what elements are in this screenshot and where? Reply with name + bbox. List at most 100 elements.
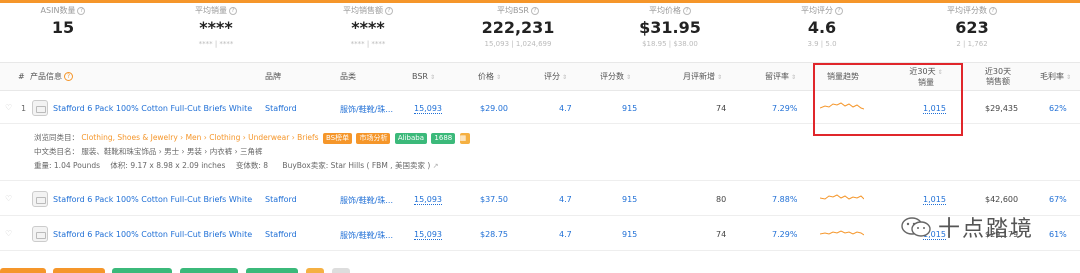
- help-icon[interactable]: ?: [989, 6, 997, 15]
- stat-avg-review-count: 平均评分数? 623 2 | 1,762: [917, 5, 1027, 49]
- monthly-reviews-value: 74: [716, 104, 727, 113]
- review-rate-value: 7.29%: [772, 230, 798, 239]
- breadcrumb-link[interactable]: Underwear: [248, 133, 289, 142]
- col-revenue30-label-2: 销售额: [986, 77, 1010, 86]
- sort-icon[interactable]: ⇕: [717, 74, 722, 81]
- browse-category-line: 浏览同类目： Clothing, Shoes & Jewelry › Men ›…: [34, 132, 470, 144]
- col-margin-label: 毛利率: [1040, 72, 1064, 81]
- revenue30-value: $29,435: [985, 104, 1019, 113]
- brand-link[interactable]: Stafford: [265, 230, 297, 239]
- col-price[interactable]: 价格 ⇕: [478, 63, 501, 91]
- breadcrumb-link[interactable]: Briefs: [297, 133, 318, 142]
- col-num: #: [18, 72, 25, 81]
- external-link-icon[interactable]: ↗: [433, 162, 439, 170]
- col-reviews[interactable]: 评分数 ⇕: [600, 63, 631, 91]
- help-icon[interactable]: ?: [683, 6, 691, 15]
- sort-icon[interactable]: ⇕: [430, 74, 435, 81]
- stat-label: 平均BSR: [497, 6, 529, 15]
- brand-link[interactable]: Stafford: [265, 104, 297, 113]
- margin-value: 62%: [1049, 104, 1067, 113]
- col-bsr-label: BSR: [412, 72, 428, 81]
- product-title-link[interactable]: Stafford 6 Pack 100% Cotton Full-Cut Bri…: [53, 230, 252, 239]
- alibaba-tag[interactable]: Alibaba: [394, 132, 428, 144]
- col-review-rate[interactable]: 留评率 ⇕: [765, 63, 796, 91]
- market-analysis-tag[interactable]: 市场分析: [356, 132, 391, 144]
- bottom-button[interactable]: [306, 268, 324, 273]
- brand-link[interactable]: Stafford: [265, 195, 297, 204]
- sort-icon[interactable]: ⇕: [1066, 74, 1071, 81]
- col-product[interactable]: 产品信息?: [30, 63, 73, 91]
- sales-trend-sparkline[interactable]: [820, 225, 864, 239]
- product-title-link[interactable]: Stafford 6 Pack 100% Cotton Full-Cut Bri…: [53, 195, 252, 204]
- stat-label: 平均销量: [195, 6, 227, 15]
- price-value: $37.50: [480, 195, 508, 204]
- category-link[interactable]: 服饰/鞋靴/珠...: [340, 195, 393, 206]
- stat-range: **** | ****: [198, 40, 234, 48]
- favorite-heart-icon[interactable]: ♡: [5, 103, 12, 112]
- bsr-value[interactable]: 15,093: [414, 195, 442, 205]
- table-row[interactable]: ♡ Stafford 6 Pack 100% Cotton Full-Cut B…: [0, 182, 1080, 216]
- help-icon[interactable]: ?: [835, 6, 843, 15]
- rating-value: 4.7: [559, 104, 572, 113]
- sales30-value[interactable]: 1,015: [923, 195, 946, 205]
- col-bsr[interactable]: BSR ⇕: [412, 63, 435, 91]
- bsr-value[interactable]: 15,093: [414, 230, 442, 240]
- product-thumbnail[interactable]: [32, 226, 48, 242]
- help-icon[interactable]: ?: [77, 6, 86, 15]
- stat-range: 3.9 | 5.0: [807, 40, 837, 48]
- stat-asin-count: ASIN数量? 15: [8, 5, 118, 39]
- product-thumbnail[interactable]: [32, 100, 48, 116]
- favorite-heart-icon[interactable]: ♡: [5, 229, 12, 238]
- help-icon[interactable]: ?: [64, 72, 73, 81]
- breadcrumb-link[interactable]: Men: [186, 133, 202, 142]
- price-value: $28.75: [480, 230, 508, 239]
- col-price-label: 价格: [478, 72, 494, 81]
- bsr-value[interactable]: 15,093: [414, 104, 442, 114]
- help-icon[interactable]: ?: [229, 6, 237, 15]
- cn-category-label: 中文类目名：: [34, 147, 79, 156]
- col-rating[interactable]: 评分 ⇕: [544, 63, 567, 91]
- breadcrumb-link[interactable]: Clothing: [209, 133, 240, 142]
- row-number: 1: [21, 104, 27, 113]
- reviews-value: 915: [622, 195, 638, 204]
- stat-label: 平均评分: [801, 6, 833, 15]
- col-revenue30-label-1: 近30天: [984, 67, 1012, 76]
- sort-icon[interactable]: ⇕: [562, 74, 567, 81]
- category-link[interactable]: 服饰/鞋靴/珠...: [340, 230, 393, 241]
- col-category: 品类: [340, 72, 356, 81]
- bottom-button[interactable]: [53, 268, 105, 273]
- product-thumbnail[interactable]: [32, 191, 48, 207]
- help-icon[interactable]: ?: [385, 6, 393, 15]
- col-revenue30[interactable]: 近30天 销售额: [978, 63, 1018, 91]
- bottom-button[interactable]: [180, 268, 238, 273]
- stat-label: 平均销售额: [343, 6, 383, 15]
- margin-value: 61%: [1049, 230, 1067, 239]
- favorite-heart-icon[interactable]: ♡: [5, 194, 12, 203]
- watermark-text: 十点踏境: [938, 217, 1035, 242]
- calculator-icon[interactable]: ▦: [459, 132, 470, 144]
- stat-value: 4.6: [807, 18, 837, 37]
- cn-category-path: 服装、鞋靴和珠宝饰品 › 男士 › 男装 › 内衣裤 › 三角裤: [81, 147, 263, 156]
- col-monthly-reviews[interactable]: 月评新增 ⇕: [683, 63, 722, 91]
- stat-value: $31.95: [639, 18, 701, 37]
- sort-icon[interactable]: ⇕: [626, 74, 631, 81]
- sales-trend-sparkline[interactable]: [820, 190, 864, 204]
- buybox-seller: BuyBox卖家: Star Hills ( FBM , 美国卖家 ): [282, 161, 431, 170]
- sort-icon[interactable]: ⇕: [496, 74, 501, 81]
- category-link[interactable]: 服饰/鞋靴/珠...: [340, 104, 393, 115]
- stats-summary: ASIN数量? 15 平均销量? **** **** | **** 平均销售额?…: [0, 5, 1080, 62]
- 1688-tag[interactable]: 1688: [431, 132, 456, 144]
- col-margin[interactable]: 毛利率 ⇕: [1040, 63, 1071, 91]
- stat-label: 平均评分数: [947, 6, 987, 15]
- bottom-button[interactable]: [0, 268, 46, 273]
- sort-icon[interactable]: ⇕: [791, 74, 796, 81]
- bottom-button[interactable]: [332, 268, 350, 273]
- bottom-button[interactable]: [246, 268, 298, 273]
- bottom-button[interactable]: [112, 268, 172, 273]
- highlight-box: [813, 63, 963, 136]
- product-title-link[interactable]: Stafford 6 Pack 100% Cotton Full-Cut Bri…: [53, 104, 252, 113]
- help-icon[interactable]: ?: [530, 6, 539, 15]
- col-monthly-reviews-label: 月评新增: [683, 72, 715, 81]
- breadcrumb-link[interactable]: Clothing, Shoes & Jewelry: [81, 133, 177, 142]
- bs-ranking-tag[interactable]: BS榜单: [322, 132, 353, 144]
